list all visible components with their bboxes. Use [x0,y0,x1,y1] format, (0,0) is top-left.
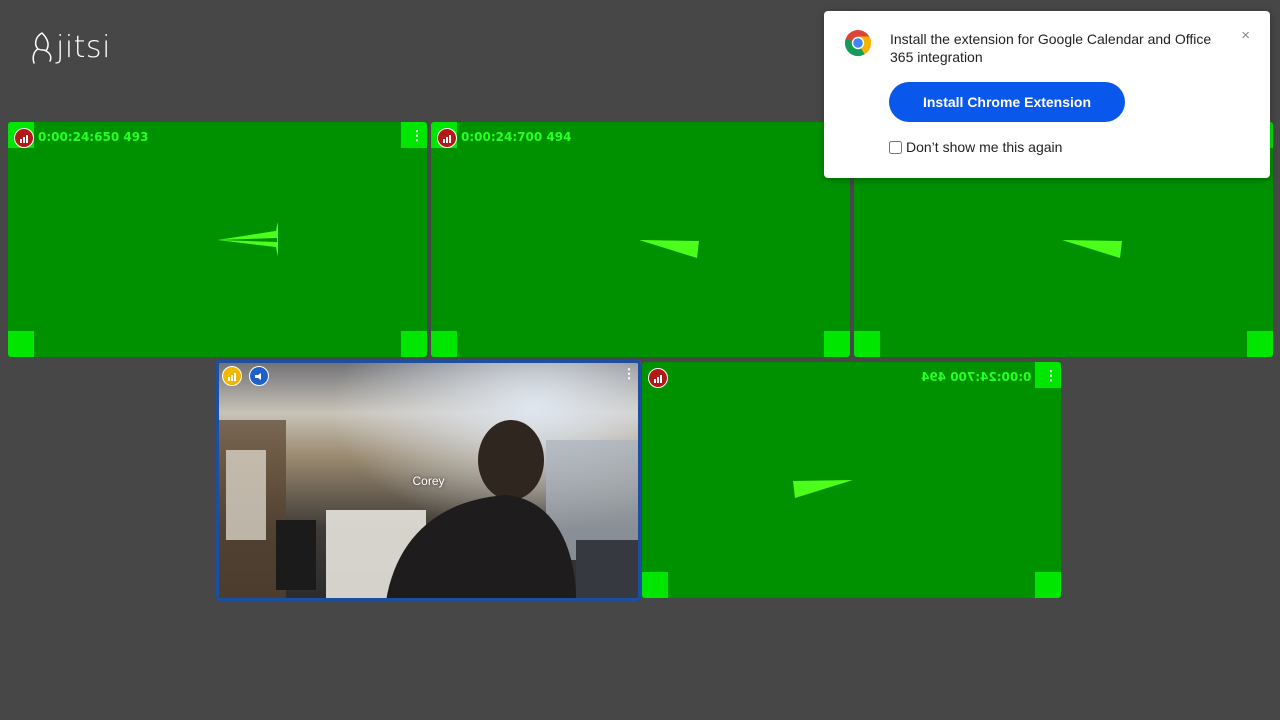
corner-marker [824,331,850,357]
chrome-extension-banner: Install the extension for Google Calenda… [824,11,1270,178]
install-chrome-extension-button[interactable]: Install Chrome Extension [889,82,1125,122]
test-pattern-wedge [793,480,853,498]
jitsi-logo-icon [32,31,52,64]
active-speaker-border [216,360,641,601]
test-pattern-wedge [639,240,699,258]
video-tile-5[interactable]: 0:00:24:700 494 ⋮ [642,362,1061,598]
corner-marker [431,331,457,357]
dont-show-again-option[interactable]: Don’t show me this again [889,139,1062,155]
timestamp-label: 0:00:24:700 494 [920,370,1031,384]
timestamp-label: 0:00:24:650 493 [38,130,149,144]
dont-show-again-label: Don’t show me this again [906,139,1063,155]
test-pattern-wedge [1062,240,1122,258]
test-pattern-pie [218,222,278,256]
banner-message: Install the extension for Google Calenda… [890,31,1212,65]
chrome-logo-icon [845,30,872,57]
connection-indicator-icon[interactable] [14,128,34,148]
corner-marker [854,331,880,357]
timestamp-label: 0:00:24:700 494 [461,130,572,144]
video-tile-2[interactable]: 0:00:24:700 494 [431,122,850,357]
connection-indicator-icon[interactable] [648,368,668,388]
corner-marker [642,572,668,598]
corner-marker [401,331,427,357]
jitsi-logo: jitsi [30,30,111,65]
connection-indicator-icon[interactable] [437,128,457,148]
video-tile-corey[interactable]: Corey ⋮ [216,360,641,601]
close-icon[interactable]: × [1241,27,1250,44]
corner-marker [1035,572,1061,598]
corner-marker [8,331,34,357]
corner-marker [1247,331,1273,357]
dont-show-again-checkbox[interactable] [889,140,902,154]
more-options-icon[interactable]: ⋮ [410,128,424,144]
logo-text: jitsi [56,30,111,65]
more-options-icon[interactable]: ⋮ [1044,368,1058,384]
video-tile-1[interactable]: 0:00:24:650 493 ⋮ [8,122,427,357]
